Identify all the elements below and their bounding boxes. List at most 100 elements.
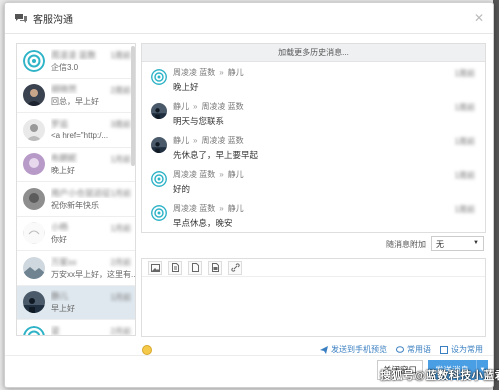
contact-time: 1周前 [110,51,131,60]
message-time: 1周前 [454,171,475,180]
avatar [23,256,45,279]
send-plane-icon [320,345,328,354]
avatar [151,137,167,153]
message-text: 先休息了，早上要早起 [173,150,259,160]
message-header: 周凌凌 蓝数» 静儿 [173,203,244,214]
avatar [23,118,45,141]
set-common-label: 设为常用 [451,345,483,354]
attach-option-row: 随消息附加 无 ▼ [141,236,486,252]
arrow-right-icon: » [193,102,198,111]
chat-history-panel: 加载更多历史消息... 周凌凌 蓝数» 静儿 晚上好 1周前 静儿» 周凌凌 蓝数 明天与您… [141,43,486,233]
avatar [23,153,45,176]
contact-item[interactable]: 周凌凌 蓝数 企信3.0 1周前 [17,44,135,79]
contact-item[interactable]: 用户小仓鼠远征 祝你新年快乐 1月前 [17,182,135,217]
dialog-titlebar: 客服沟通 [5,3,493,34]
avatar [23,49,45,72]
image-icon[interactable] [148,260,162,275]
watermark: 搜狐号@蓝数科技小蓝君 [380,370,499,382]
message-sender: 周凌凌 蓝数 [173,170,216,179]
common-phrases-label: 常用语 [407,345,431,354]
message-recipient: 静儿 [227,68,244,77]
message-recipient: 静儿 [227,170,244,179]
contact-item[interactable]: 万家xx 万安xx早上好，这里有... 2月前 [17,251,135,286]
avatar [23,187,45,210]
attach-option-select[interactable]: 无 ▼ [431,236,484,251]
composer-actions: 发送到手机预览 常用语 设为常用 [320,344,483,355]
contact-item[interactable]: 胡晓然 回总，早上好 2周前 [17,79,135,113]
message-sender: 周凌凌 蓝数 [173,204,216,213]
contact-last-message: 早上好 [51,304,75,314]
chat-message: 周凌凌 蓝数» 静儿 好的 1周前 [142,164,485,198]
contact-item[interactable]: 小杨 你好 1月前 [17,217,135,251]
avatar [151,171,167,187]
message-header: 静儿 » 周凌凌 蓝数 [173,101,244,112]
contact-last-message: 祝你新年快乐 [51,200,99,210]
message-header: 周凌凌 蓝数» 静儿 [173,169,244,180]
arrow-right-icon: » [193,136,198,145]
save-icon [440,345,448,354]
message-time: 1周前 [454,69,475,78]
message-sender: 静儿 [173,136,189,145]
set-common-link[interactable]: 设为常用 [440,344,483,355]
send-to-phone-link[interactable]: 发送到手机预览 [320,344,387,355]
message-text: 好的 [173,184,191,194]
contact-item[interactable]: 布朗妮 晚上好 1月前 [17,148,135,182]
contact-item[interactable]: 静儿 早上好 1月前 [17,285,135,320]
send-to-phone-label: 发送到手机预览 [331,345,387,354]
contact-item[interactable]: 罗追 <a href="http:/... 3周前 [17,113,135,148]
message-text: 明天与您联系 [173,116,225,126]
contact-time: 1月前 [110,292,131,302]
message-time: 1周前 [454,137,475,146]
contact-time: 2周前 [110,85,131,95]
chat-message: 周凌凌 蓝数» 静儿 晚上好 1周前 [142,62,485,96]
avatar [23,222,45,245]
link-icon[interactable] [228,260,242,275]
customer-service-dialog: 客服沟通 ✕ 周凌凌 蓝数 企信3.0 1周前 胡晓然 回总，早上好 2周前 罗追 <a hr… [4,2,494,388]
contact-last-message: <a href="http:/... [51,130,109,140]
contact-time: 2月前 [110,327,131,336]
document-icon[interactable] [168,260,182,275]
avatar [151,69,167,85]
load-history-link[interactable]: 加载更多历史消息... [142,44,485,62]
contact-list: 周凌凌 蓝数 企信3.0 1周前 胡晓然 回总，早上好 2周前 罗追 <a href="htt… [16,43,136,336]
chat-message: 静儿 » 周凌凌 蓝数 明天与您联系 1周前 [142,96,485,130]
avatar [23,84,45,107]
file-icon[interactable] [188,260,202,275]
speech-bubble-icon [396,345,404,353]
message-recipient: 静儿 [227,204,244,213]
common-phrases-link[interactable]: 常用语 [396,344,431,355]
chat-message: 周凌凌 蓝数» 静儿 早点休息，晚安 1周前 [142,198,485,232]
message-text: 晚上好 [173,82,199,92]
avatar [151,103,167,119]
contact-last-message: 回总，早上好 [51,97,99,107]
contact-last-message: 万安xx早上好，这里有... [51,269,135,279]
message-composer[interactable] [141,258,486,337]
emoji-icon[interactable] [142,345,152,355]
message-header: 静儿 » 周凌凌 蓝数 [173,135,258,146]
message-sender: 静儿 [173,102,189,111]
picture-file-icon[interactable] [208,260,222,275]
avatar [23,325,45,335]
contact-last-message: 企信3.0 [51,62,79,72]
arrow-right-icon: » [219,170,224,179]
message-text: 早点休息，晚安 [173,218,233,228]
arrow-right-icon: » [219,204,224,213]
message-time: 1周前 [454,103,475,112]
avatar [23,291,45,314]
contact-time: 3周前 [110,120,131,129]
chat-bubbles-icon [14,12,28,24]
chevron-down-icon: ▼ [473,240,479,246]
contact-last-message: 晚上好 [51,166,75,176]
message-recipient: 周凌凌 蓝数 [201,136,244,145]
contact-last-message: 你好 [51,235,67,245]
close-icon[interactable]: ✕ [474,12,484,24]
scroll-thumb[interactable] [131,46,135,166]
contact-item[interactable]: 梁 2月前 [17,320,135,336]
message-header: 周凌凌 蓝数» 静儿 [173,67,244,78]
footer-divider [5,355,493,356]
avatar [151,205,167,221]
dialog-title: 客服沟通 [33,14,73,26]
contact-list-scrollbar[interactable] [131,44,135,335]
contact-time: 2月前 [110,258,131,267]
message-sender: 周凌凌 蓝数 [173,68,216,77]
